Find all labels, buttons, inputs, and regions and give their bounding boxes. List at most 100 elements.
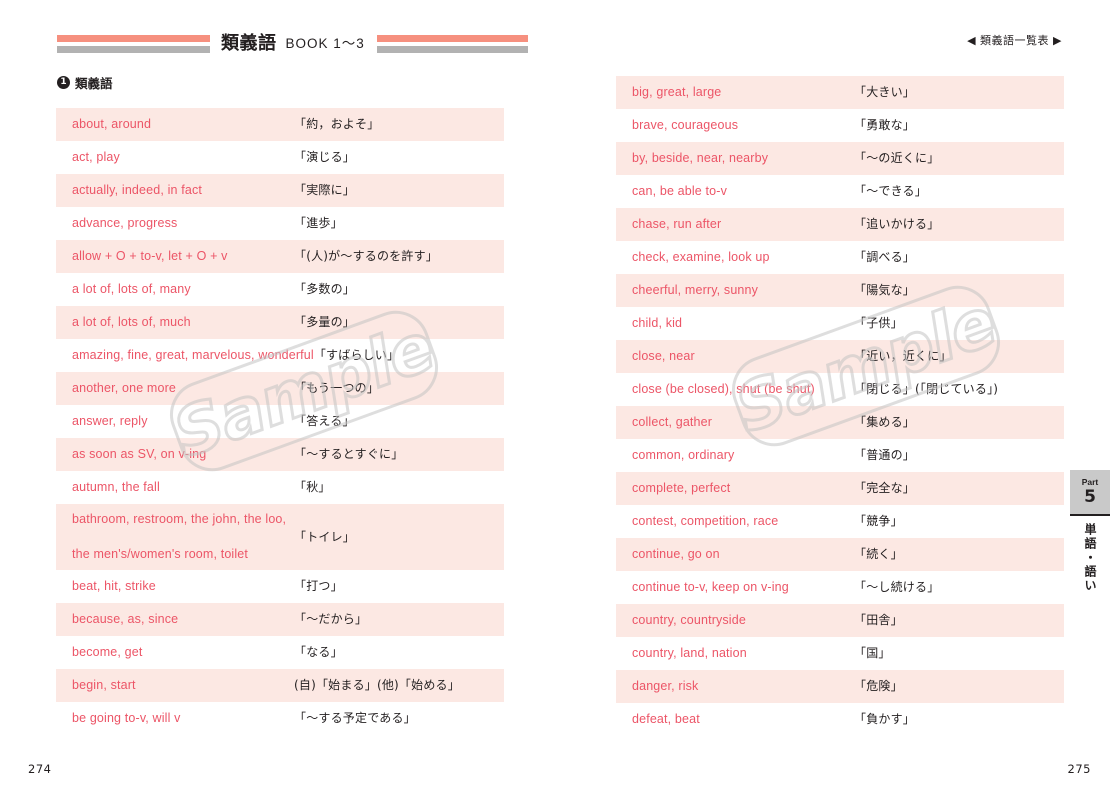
synonym-japanese: 「演じる」 bbox=[294, 150, 356, 165]
synonym-japanese: 「なる」 bbox=[294, 645, 343, 660]
table-row: country, land, nation 「国」 bbox=[616, 637, 1064, 670]
textbook-page: 類義語 BOOK 1〜3 ◀ 類義語一覧表 ▶ 1 類義語 about, aro… bbox=[0, 0, 1119, 794]
page-number-left: 274 bbox=[28, 762, 52, 776]
page-title-subtitle: BOOK 1〜3 bbox=[285, 36, 365, 52]
table-row: defeat, beat 「負かす」 bbox=[616, 703, 1064, 736]
part-side-tab-label: Part bbox=[1081, 477, 1099, 488]
header-title-block: 類義語 BOOK 1〜3 bbox=[57, 30, 528, 58]
section-number-badge: 1 bbox=[57, 76, 70, 89]
synonym-english: brave, courageous bbox=[632, 118, 854, 132]
synonym-english-line: the men's/women's room, toilet bbox=[72, 546, 249, 561]
table-row: bathroom, restroom, the john, the loo, th… bbox=[56, 504, 504, 570]
synonym-english-line: by, beside, near, nearby bbox=[632, 150, 769, 165]
synonym-japanese: 「〜の近くに」 bbox=[854, 151, 940, 166]
synonym-japanese: 「〜だから」 bbox=[294, 612, 368, 627]
table-row: country, countryside 「田舎」 bbox=[616, 604, 1064, 637]
synonym-english: can, be able to-v bbox=[632, 183, 854, 198]
synonym-english-line: autumn, the fall bbox=[72, 479, 160, 494]
synonym-japanese: 「打つ」 bbox=[294, 579, 343, 594]
table-row: be going to-v, will v 「〜する予定である」 bbox=[56, 702, 504, 735]
table-row: a lot of, lots of, many 「多数の」 bbox=[56, 273, 504, 306]
synonym-english: allow + O + to-v, let + O + v bbox=[72, 248, 294, 263]
synonym-english: chase, run after bbox=[632, 217, 854, 231]
synonym-english: by, beside, near, nearby bbox=[632, 150, 854, 165]
synonym-japanese: 「集める」 bbox=[854, 415, 916, 430]
table-row: because, as, since 「〜だから」 bbox=[56, 603, 504, 636]
part-side-tab-box: Part 5 bbox=[1070, 470, 1110, 516]
table-row: actually, indeed, in fact 「実際に」 bbox=[56, 174, 504, 207]
synonym-japanese: 「危険」 bbox=[854, 679, 903, 694]
part-side-tab-vertical-text: 単語・語い bbox=[1083, 523, 1097, 593]
synonym-english: about, around bbox=[72, 117, 294, 131]
synonym-english-line: danger, risk bbox=[632, 678, 699, 693]
synonym-japanese: 「〜する予定である」 bbox=[294, 711, 416, 726]
synonym-english-line: country, countryside bbox=[632, 612, 746, 627]
synonym-english: common, ordinary bbox=[632, 448, 854, 462]
synonym-english: contest, competition, race bbox=[632, 514, 854, 528]
synonym-english-line: big, great, large bbox=[632, 84, 722, 99]
table-row: autumn, the fall 「秋」 bbox=[56, 471, 504, 504]
section-heading-label: 類義語 bbox=[75, 77, 113, 91]
table-row: child, kid 「子供」 bbox=[616, 307, 1064, 340]
synonym-english-line: can, be able to-v bbox=[632, 183, 727, 198]
page-number-right: 275 bbox=[1067, 762, 1091, 776]
header-rule-left-pink bbox=[57, 35, 210, 42]
synonym-english-line: become, get bbox=[72, 644, 143, 659]
synonym-english: answer, reply bbox=[72, 414, 294, 428]
synonym-english-line: be going to-v, will v bbox=[72, 710, 181, 725]
synonym-english: another, one more bbox=[72, 381, 294, 395]
part-side-tab-number: 5 bbox=[1084, 486, 1096, 507]
synonym-japanese: 「多数の」 bbox=[294, 282, 356, 297]
synonym-english: be going to-v, will v bbox=[72, 710, 294, 725]
synonym-english-line: close, near bbox=[632, 348, 695, 363]
table-row: by, beside, near, nearby 「〜の近くに」 bbox=[616, 142, 1064, 175]
synonym-japanese: 「〜するとすぐに」 bbox=[294, 447, 404, 462]
synonym-table-right: big, great, large 「大きい」 brave, courageous 「… bbox=[616, 76, 1064, 736]
synonym-japanese: 「調べる」 bbox=[854, 250, 916, 265]
synonym-japanese: 「秋」 bbox=[294, 480, 331, 495]
synonym-english: collect, gather bbox=[632, 415, 854, 429]
table-row: big, great, large 「大きい」 bbox=[616, 76, 1064, 109]
synonym-english: a lot of, lots of, many bbox=[72, 282, 294, 296]
table-row: amazing, fine, great, marvelous, wonderf… bbox=[56, 339, 504, 372]
synonym-english: continue to-v, keep on v-ing bbox=[632, 580, 854, 594]
synonym-english-line: allow + O + to-v, let + O + v bbox=[72, 248, 228, 263]
synonym-english: autumn, the fall bbox=[72, 479, 294, 494]
table-row: can, be able to-v 「〜できる」 bbox=[616, 175, 1064, 208]
synonym-japanese: 「陽気な」 bbox=[854, 283, 916, 298]
synonym-english-line: close (be closed), shut (be shut) bbox=[632, 381, 815, 396]
synonym-english-line: beat, hit, strike bbox=[72, 578, 156, 593]
synonym-japanese: 「(人)が〜するのを許す」 bbox=[294, 249, 438, 264]
header-rule-left-gray bbox=[57, 46, 210, 53]
synonym-japanese: 「約，およそ」 bbox=[294, 117, 380, 132]
synonym-english: bathroom, restroom, the john, the loo, th… bbox=[72, 513, 294, 560]
synonym-japanese: 「追いかける」 bbox=[854, 217, 940, 232]
synonym-english: beat, hit, strike bbox=[72, 578, 294, 593]
synonym-japanese: 「勇敢な」 bbox=[854, 118, 916, 133]
synonym-japanese: 「完全な」 bbox=[854, 481, 916, 496]
synonym-japanese: 「近い，近くに」 bbox=[854, 349, 952, 364]
header-rule-left bbox=[57, 33, 210, 55]
synonym-english: amazing, fine, great, marvelous, wonderf… bbox=[72, 348, 314, 362]
page-title: 類義語 bbox=[221, 33, 277, 54]
synonym-japanese: 「進歩」 bbox=[294, 216, 343, 231]
table-row: continue to-v, keep on v-ing 「〜し続ける」 bbox=[616, 571, 1064, 604]
synonym-english: country, land, nation bbox=[632, 646, 854, 660]
table-row: check, examine, look up 「調べる」 bbox=[616, 241, 1064, 274]
synonym-english: big, great, large bbox=[632, 84, 854, 99]
synonym-japanese: 「国」 bbox=[854, 646, 891, 661]
synonym-japanese: 「〜し続ける」 bbox=[854, 580, 940, 595]
table-row: act, play 「演じる」 bbox=[56, 141, 504, 174]
table-row: another, one more 「もう一つの」 bbox=[56, 372, 504, 405]
synonym-english: country, countryside bbox=[632, 612, 854, 627]
table-row: advance, progress 「進歩」 bbox=[56, 207, 504, 240]
synonym-english: actually, indeed, in fact bbox=[72, 182, 294, 197]
table-row: begin, start (自)「始まる」(他)「始める」 bbox=[56, 669, 504, 702]
synonym-english-line: advance, progress bbox=[72, 215, 178, 230]
synonym-english-line: cheerful, merry, sunny bbox=[632, 282, 759, 297]
synonym-english-line: actually, indeed, in fact bbox=[72, 182, 202, 197]
table-row: a lot of, lots of, much 「多量の」 bbox=[56, 306, 504, 339]
table-row: answer, reply 「答える」 bbox=[56, 405, 504, 438]
synonym-english-line: a lot of, lots of, much bbox=[72, 314, 191, 329]
synonym-japanese: 「すばらしい」 bbox=[313, 348, 400, 363]
